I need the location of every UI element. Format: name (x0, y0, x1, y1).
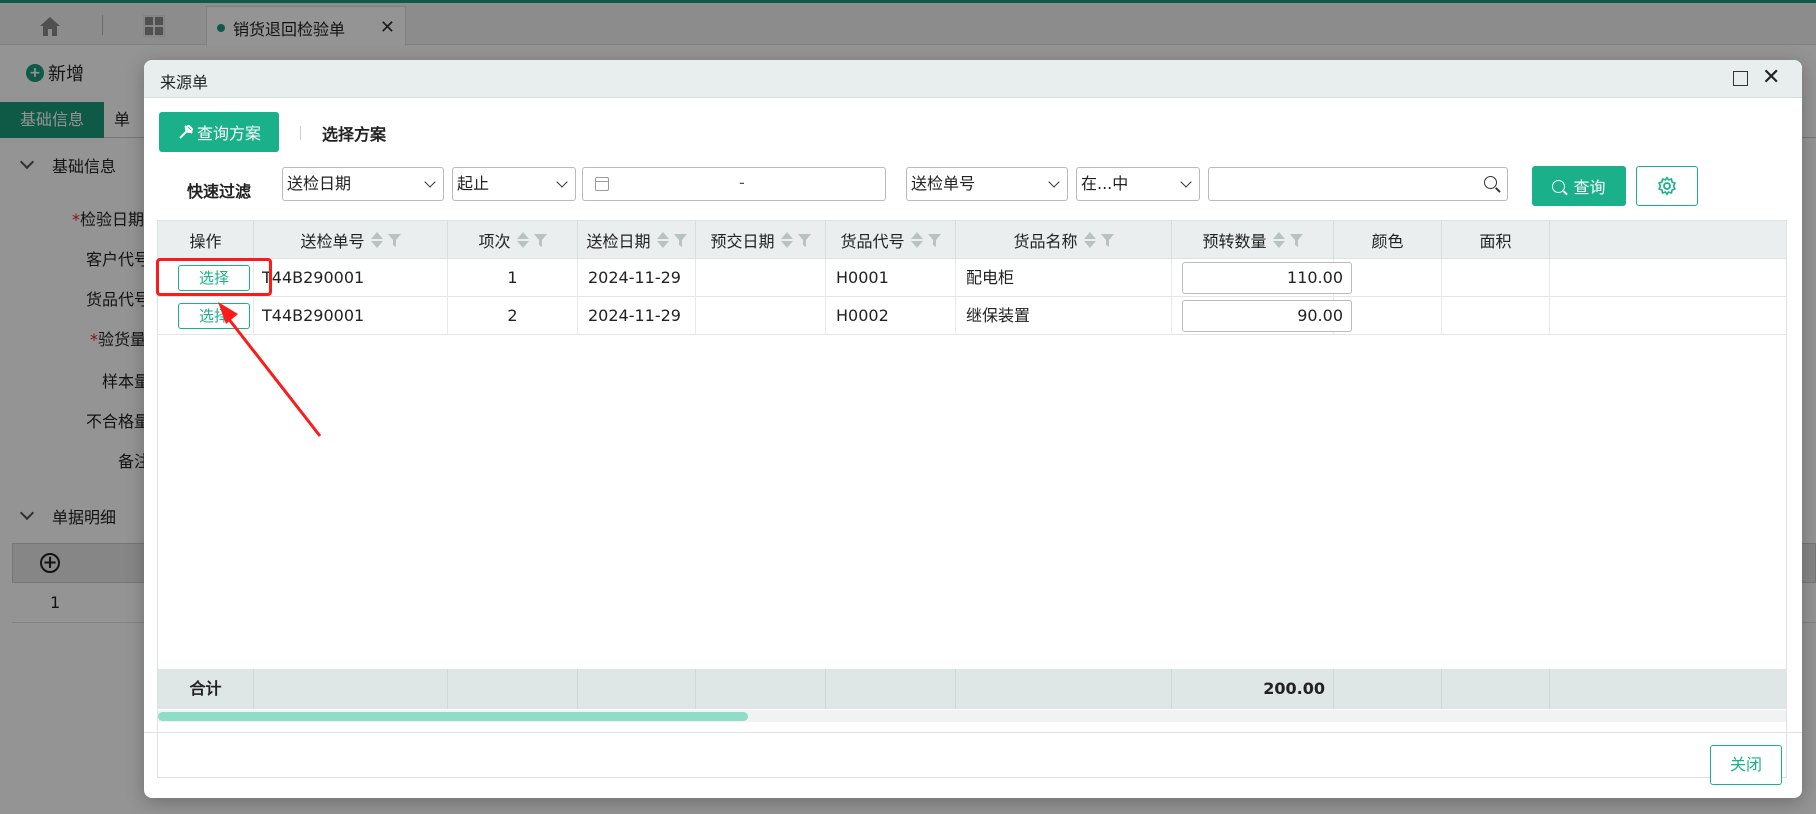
search-icon (1552, 179, 1566, 193)
filter-icon[interactable] (1289, 233, 1303, 247)
footer-empty-cell (696, 669, 826, 709)
product-name-cell: 配电柜 (956, 259, 1172, 297)
product-code-cell: H0002 (826, 297, 956, 335)
total-qty: 200.00 (1172, 669, 1334, 709)
footer-empty-cell (448, 669, 578, 709)
filter1-operator-select[interactable]: 起止 (452, 167, 576, 201)
choose-plan-tab[interactable]: 选择方案 (322, 121, 386, 145)
qty-cell: 110.00 (1172, 259, 1352, 297)
inspection-date-cell: 2024-11-29 (578, 297, 696, 335)
gear-icon (1658, 176, 1676, 196)
table-footer-total: 合计 200.00 (158, 669, 1786, 709)
annotation-highlight-box (156, 258, 272, 296)
date-range-input[interactable]: - (582, 167, 886, 201)
filter-icon[interactable] (797, 233, 811, 247)
product-name-cell: 继保装置 (956, 297, 1172, 335)
due-date-cell (696, 259, 826, 297)
chevron-down-icon (1180, 176, 1192, 188)
filter1-field-value: 送检日期 (287, 174, 352, 193)
tools-icon (179, 124, 193, 139)
color-cell (1334, 297, 1442, 335)
filter-icon[interactable] (533, 233, 547, 247)
filter2-field-select[interactable]: 送检单号 (906, 167, 1068, 201)
filter-icon[interactable] (927, 233, 941, 247)
column-header-due-date[interactable]: 预交日期 (696, 221, 826, 259)
divider (300, 126, 301, 140)
inspection-no-cell: T44B290001 (254, 297, 448, 335)
chevron-down-icon (424, 176, 436, 188)
calendar-icon (595, 177, 609, 191)
maximize-icon[interactable] (1733, 71, 1748, 86)
dialog-header: 来源单 ✕ (144, 60, 1802, 98)
item-no-cell: 1 (448, 259, 578, 297)
inspection-no-cell: T44B290001 (254, 259, 448, 297)
column-header-item-no[interactable]: 项次 (448, 221, 578, 259)
sort-icon[interactable] (656, 232, 669, 248)
search-icon[interactable] (1484, 176, 1497, 189)
column-header-product-code[interactable]: 货品代号 (826, 221, 956, 259)
qty-input[interactable]: 110.00 (1182, 262, 1352, 294)
filter1-field-select[interactable]: 送检日期 (282, 167, 444, 201)
sort-icon[interactable] (516, 232, 529, 248)
query-plan-label: 查询方案 (196, 124, 261, 143)
horizontal-scrollbar[interactable] (158, 710, 1786, 722)
footer-empty-cell (956, 669, 1172, 709)
product-code-cell: H0001 (826, 259, 956, 297)
table-row: 选择 T44B290001 2 2024-11-29 H0002 继保装置 90… (158, 297, 1786, 335)
qty-input[interactable]: 90.00 (1182, 300, 1352, 332)
filter2-operator-select[interactable]: 在...中 (1076, 167, 1200, 201)
column-header-color: 颜色 (1334, 221, 1442, 259)
filter-icon[interactable] (1100, 233, 1114, 247)
footer-empty-cell (1334, 669, 1442, 709)
footer-empty-cell (826, 669, 956, 709)
query-plan-button[interactable]: 查询方案 (159, 112, 279, 152)
divider (144, 732, 1802, 733)
footer-empty-cell (1442, 669, 1550, 709)
filter-icon[interactable] (387, 233, 401, 247)
column-header-product-name[interactable]: 货品名称 (956, 221, 1172, 259)
scrollbar-thumb[interactable] (158, 712, 748, 721)
search-button-label: 查询 (1573, 178, 1606, 197)
sort-icon[interactable] (370, 232, 383, 248)
source-document-dialog: 来源单 ✕ 查询方案 选择方案 快速过滤 送检日期 起止 - 送检单号 在...… (144, 60, 1802, 798)
column-header-inspection-date[interactable]: 送检日期 (578, 221, 696, 259)
inspection-date-cell: 2024-11-29 (578, 259, 696, 297)
total-label: 合计 (158, 669, 254, 709)
close-icon[interactable]: ✕ (1762, 67, 1780, 89)
search-button[interactable]: 查询 (1532, 166, 1626, 206)
footer-empty-cell (254, 669, 448, 709)
filter2-field-value: 送检单号 (911, 174, 976, 193)
area-cell (1442, 259, 1550, 297)
table-header: 操作 送检单号 项次 送检日期 预交日期 货品代号 货品名称 预转数量 颜色 面… (158, 221, 1786, 259)
due-date-cell (696, 297, 826, 335)
chevron-down-icon (1048, 176, 1060, 188)
select-row-button[interactable]: 选择 (178, 303, 250, 329)
area-cell (1442, 297, 1550, 335)
date-range-separator: - (739, 173, 745, 192)
sort-icon[interactable] (910, 232, 923, 248)
footer-empty-cell (578, 669, 696, 709)
close-button[interactable]: 关闭 (1710, 745, 1782, 785)
column-header-action: 操作 (158, 221, 254, 259)
sort-icon[interactable] (1083, 232, 1096, 248)
filter-icon[interactable] (673, 233, 687, 247)
dialog-title: 来源单 (160, 73, 209, 92)
filter1-operator-value: 起止 (457, 174, 490, 193)
table-row: 选择 T44B290001 1 2024-11-29 H0001 配电柜 110… (158, 259, 1786, 297)
sort-icon[interactable] (780, 232, 793, 248)
column-header-area: 面积 (1442, 221, 1550, 259)
quick-filter-label: 快速过滤 (187, 182, 252, 201)
color-cell (1334, 259, 1442, 297)
filter2-operator-value: 在...中 (1081, 174, 1129, 193)
filter-value-input[interactable] (1208, 167, 1508, 201)
settings-button[interactable] (1636, 166, 1698, 206)
sort-icon[interactable] (1272, 232, 1285, 248)
item-no-cell: 2 (448, 297, 578, 335)
column-header-qty[interactable]: 预转数量 (1172, 221, 1334, 259)
chevron-down-icon (556, 176, 568, 188)
action-cell: 选择 (158, 297, 254, 335)
source-table: 操作 送检单号 项次 送检日期 预交日期 货品代号 货品名称 预转数量 颜色 面… (157, 220, 1787, 778)
column-header-inspection-no[interactable]: 送检单号 (254, 221, 448, 259)
qty-cell: 90.00 (1172, 297, 1352, 335)
